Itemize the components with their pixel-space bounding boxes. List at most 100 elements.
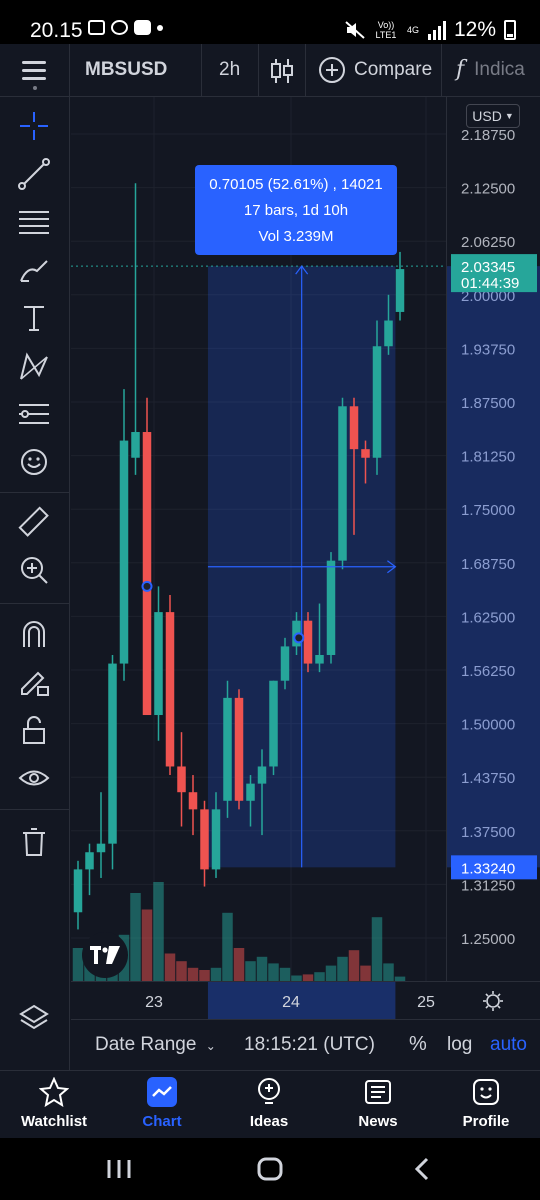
price-axis[interactable]: 2.187502.125002.062502.000001.937501.875… (446, 97, 540, 981)
volume-bar (256, 956, 268, 981)
volume-bar (222, 912, 233, 981)
nav-watchlist-label: Watchlist (20, 1113, 88, 1130)
volume-bar (325, 965, 337, 981)
candle-body (361, 449, 370, 458)
ruler-icon[interactable] (15, 503, 53, 541)
forecast-icon[interactable] (15, 395, 53, 433)
pattern-icon[interactable] (15, 347, 53, 385)
nav-ideas-label: Ideas (249, 1113, 289, 1130)
interval-button[interactable]: 2h (219, 59, 240, 81)
back-icon[interactable] (414, 1157, 429, 1181)
chevron-down-icon: ⌄ (205, 1039, 216, 1053)
text-icon[interactable] (15, 299, 53, 337)
function-icon: f (456, 57, 465, 82)
nav-chart[interactable]: Chart (117, 1077, 207, 1130)
menu-button[interactable] (0, 44, 70, 97)
drawing-toolbar (0, 97, 70, 1070)
volume-bar (187, 967, 199, 981)
price-tick-label: 1.31250 (461, 877, 515, 894)
measure-tooltip-line3: Vol 3.239M (258, 228, 333, 245)
candle-body (131, 432, 140, 458)
trash-icon[interactable] (15, 823, 53, 861)
chart-icon (147, 1077, 177, 1107)
price-tick-label: 2.06250 (461, 234, 515, 251)
home-icon[interactable] (257, 1157, 283, 1181)
eye-icon[interactable] (15, 759, 53, 797)
price-tick-label: 2.18750 (461, 127, 515, 144)
volume-bar (371, 917, 383, 981)
nav-chart-label: Chart (142, 1113, 182, 1130)
nav-news[interactable]: News (333, 1077, 423, 1130)
candle-body (234, 697, 244, 801)
tradingview-logo[interactable] (82, 932, 128, 978)
top-toolbar: MBSUSD 2h Compare f Indica (0, 44, 540, 97)
brush-icon[interactable] (15, 251, 53, 289)
auto-button[interactable]: auto (490, 1034, 527, 1056)
range-low-label: 1.33240 (461, 860, 515, 877)
sync-icon (111, 20, 128, 35)
log-button[interactable]: log (447, 1034, 472, 1056)
trend-line-icon[interactable] (15, 155, 53, 193)
volume-bar (153, 882, 164, 981)
currency-button[interactable]: USD ▼ (466, 104, 520, 128)
volume-bar (383, 963, 394, 981)
candle-body (85, 852, 94, 870)
zoom-icon[interactable] (15, 551, 53, 589)
volume-bar (245, 961, 256, 981)
candle-body (315, 654, 324, 664)
price-tick-label: 2.12500 (461, 181, 515, 198)
time-tick-label: 23 (145, 994, 163, 1011)
nav-news-label: News (358, 1113, 398, 1130)
volume-bar (360, 965, 371, 981)
nav-watchlist[interactable]: Watchlist (9, 1077, 99, 1130)
candle-body (200, 809, 209, 870)
nav-ideas[interactable]: Ideas (224, 1077, 314, 1130)
battery-percent: 12% (453, 18, 496, 41)
recent-apps-icon[interactable] (107, 1160, 131, 1178)
settings-gear-icon (483, 991, 503, 1011)
last-price-label: 2.03345 (461, 259, 515, 276)
volume-bar (268, 963, 279, 981)
symbol-search[interactable]: MBSUSD (85, 59, 167, 81)
candle-body (372, 346, 382, 458)
status-bar: 20.15 Vo)) LTE1 4G 12% (0, 0, 540, 44)
indicators-label: Indica (474, 58, 525, 80)
price-chart[interactable]: 0.70105 (52.61%) , 14021 17 bars, 1d 10h V… (71, 97, 446, 981)
network-type: 4G (406, 25, 419, 35)
candle-body (223, 697, 232, 801)
layers-icon[interactable] (15, 999, 53, 1037)
nav-profile[interactable]: Profile (441, 1077, 531, 1130)
emoji-icon[interactable] (15, 443, 53, 481)
system-navigation (0, 1138, 540, 1200)
compare-label: Compare (354, 59, 433, 80)
youtube-icon (134, 20, 151, 35)
magnet-icon[interactable] (15, 615, 53, 653)
indicators-button[interactable]: f Indica (456, 57, 525, 82)
countdown-label: 01:44:39 (461, 275, 519, 292)
volume-bar (302, 974, 314, 981)
candle-body (142, 432, 152, 716)
candle-body (108, 663, 117, 844)
clock-button[interactable]: 18:15:21 (UTC) (244, 1034, 375, 1056)
time-axis[interactable]: 23 24 25 (71, 981, 540, 1020)
candle-body (154, 612, 163, 716)
percent-button[interactable]: % (409, 1033, 427, 1056)
event-marker-icon (141, 580, 153, 592)
price-scale[interactable]: 2.187502.125002.062502.000001.937501.875… (447, 97, 540, 981)
chart-pane[interactable]: 0.70105 (52.61%) , 14021 17 bars, 1d 10h V… (71, 97, 446, 981)
candles-type-icon[interactable] (270, 58, 294, 84)
volume-bar (164, 953, 176, 981)
mute-icon (345, 21, 365, 39)
candle-body (384, 320, 393, 347)
candle-body (280, 646, 290, 681)
unlock-icon[interactable] (15, 711, 53, 749)
candle-body (303, 620, 313, 664)
lock-drawing-icon[interactable] (15, 663, 53, 701)
compare-button[interactable]: Compare (319, 57, 432, 83)
crosshair-icon[interactable] (15, 107, 53, 145)
date-range-label: Date Range (95, 1034, 197, 1055)
nav-profile-label: Profile (462, 1113, 510, 1130)
volume-bar (233, 948, 245, 981)
fib-icon[interactable] (15, 203, 53, 241)
date-range-button[interactable]: Date Range ⌄ (95, 1034, 216, 1056)
